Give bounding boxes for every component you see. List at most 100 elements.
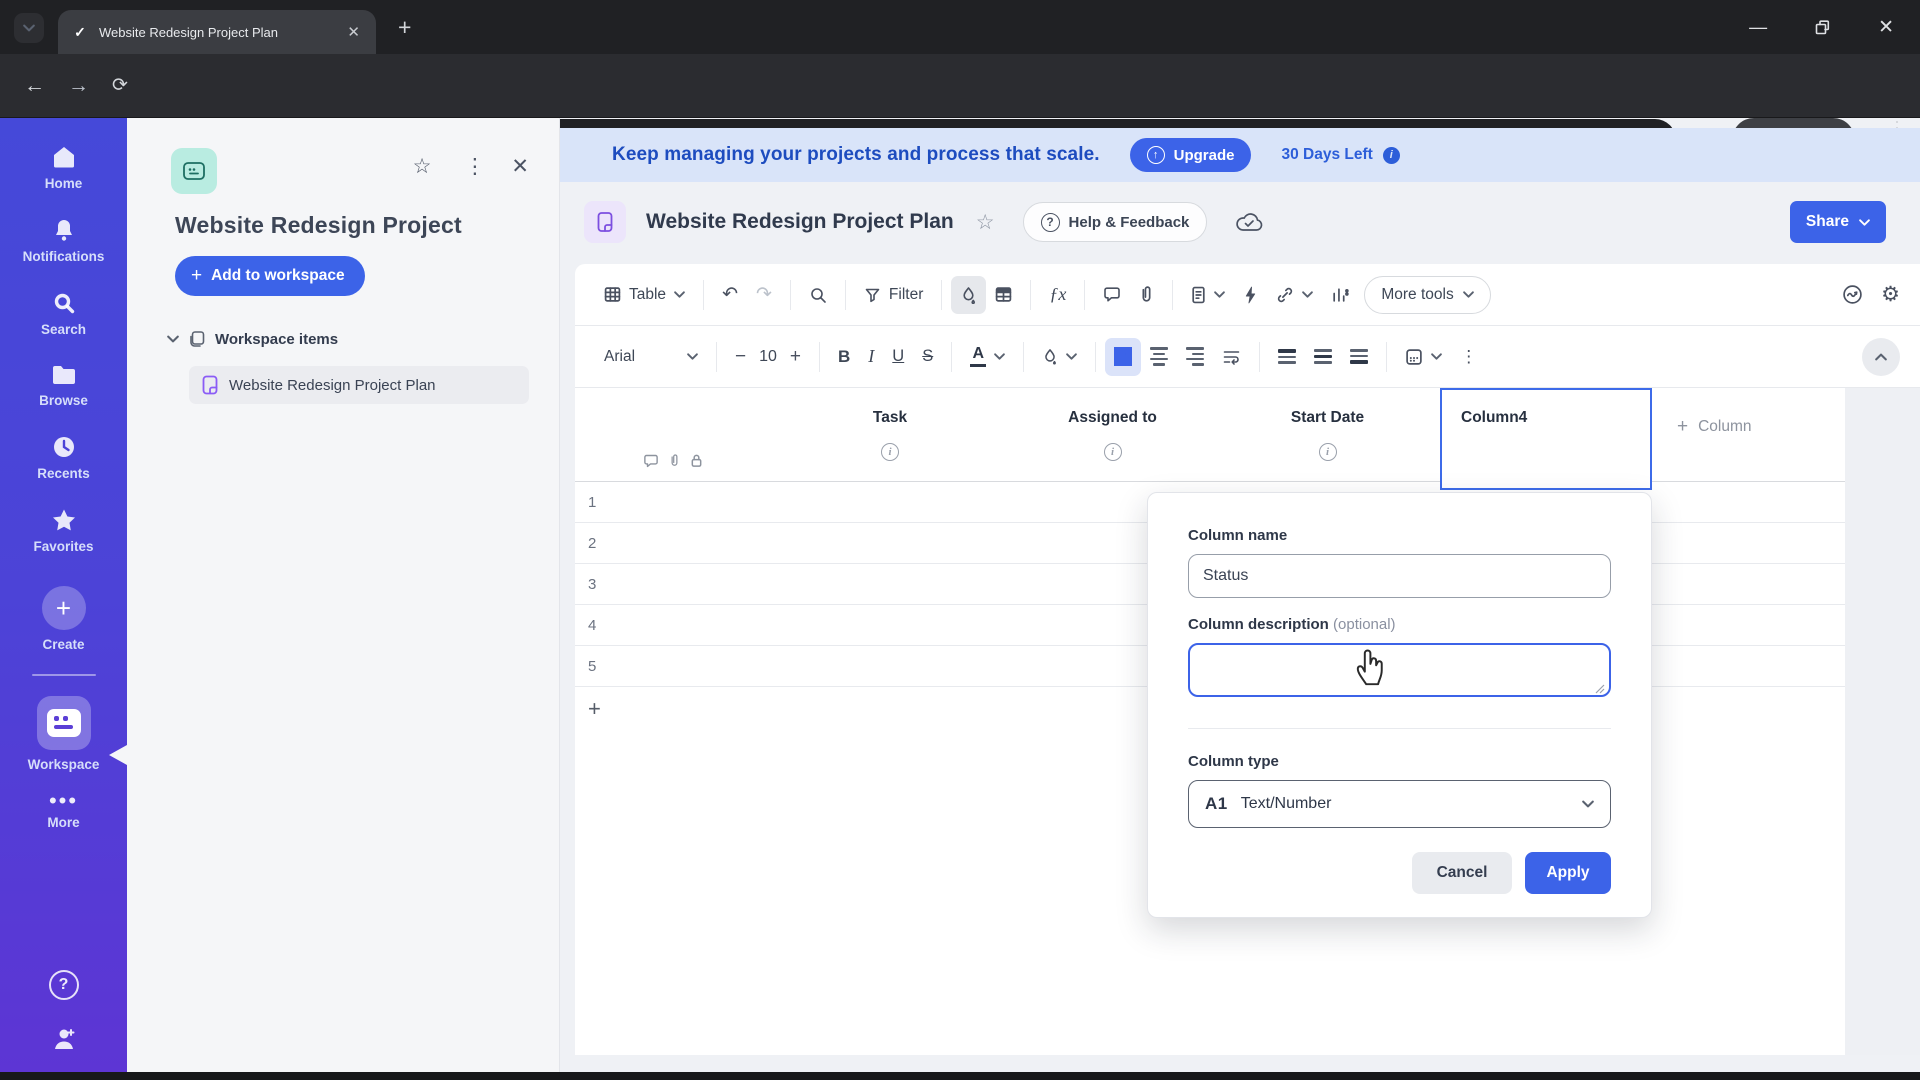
bold-button[interactable]: B [829, 338, 859, 376]
help-icon[interactable]: ? [48, 970, 79, 1000]
format-paint-icon[interactable] [951, 275, 987, 314]
cell-format-icon[interactable] [986, 276, 1021, 314]
more-tools-button[interactable]: More tools [1364, 275, 1491, 314]
valign-middle-button[interactable] [1305, 338, 1341, 376]
chevron-down-icon [1859, 218, 1870, 226]
italic-button[interactable]: I [859, 338, 883, 376]
lock-column-icon[interactable] [690, 453, 703, 468]
back-icon[interactable]: ← [24, 74, 45, 98]
sidebar-item-browse[interactable]: Browse [0, 364, 127, 408]
sidebar-item-recents[interactable]: Recents [0, 435, 127, 481]
align-center-button[interactable] [1141, 338, 1177, 376]
profile-icon[interactable] [51, 1026, 77, 1052]
resize-grip-icon[interactable] [1595, 684, 1605, 694]
sidebar-item-workspace[interactable]: Workspace [0, 696, 127, 772]
underline-button[interactable]: U [883, 338, 913, 376]
font-family-selector[interactable]: Arial [595, 338, 707, 376]
workspace-item-sheet[interactable]: Website Redesign Project Plan [189, 366, 529, 404]
upgrade-button[interactable]: ↑ Upgrade [1129, 138, 1252, 172]
tab-search-button[interactable] [14, 13, 44, 43]
favorite-star-icon[interactable]: ☆ [413, 156, 432, 178]
wrap-text-button[interactable] [1213, 338, 1250, 376]
add-to-workspace-button[interactable]: + Add to workspace [175, 256, 365, 296]
fill-color-button[interactable] [1033, 338, 1086, 376]
forward-icon[interactable]: → [68, 74, 89, 98]
restore-icon [1815, 20, 1830, 35]
column-name-input[interactable] [1188, 554, 1611, 598]
strikethrough-button[interactable]: S [913, 338, 942, 376]
comment-column-icon[interactable] [643, 454, 659, 468]
formula-button[interactable]: ƒx [1040, 276, 1075, 314]
align-left-button[interactable] [1105, 337, 1142, 376]
reload-icon[interactable]: ⟳ [112, 74, 128, 98]
sidebar-item-search[interactable]: Search [0, 291, 127, 337]
integrations-button[interactable] [1267, 276, 1322, 314]
comment-icon[interactable] [1094, 276, 1130, 314]
column-header-start-date[interactable]: Start Date i [1215, 388, 1440, 482]
column-header-column4-selected[interactable]: Column4 [1440, 388, 1652, 490]
panel-menu-icon[interactable]: ⋮ [464, 156, 485, 178]
filter-button[interactable]: Filter [855, 276, 932, 314]
sidebar-item-home[interactable]: Home [0, 145, 127, 191]
search-sheet-icon[interactable] [800, 276, 836, 314]
info-icon[interactable]: i [1382, 146, 1400, 164]
column-description-textarea[interactable] [1188, 643, 1611, 697]
sidebar-bottom: ? [0, 970, 127, 1052]
number-format-button[interactable] [1396, 338, 1451, 376]
browser-tab[interactable]: ✓ Website Redesign Project Plan ✕ [58, 10, 376, 54]
column-type-select[interactable]: A1 Text/Number [1188, 780, 1611, 828]
cancel-button[interactable]: Cancel [1412, 852, 1512, 894]
saved-cloud-icon [1235, 211, 1263, 233]
attachment-icon[interactable] [1130, 276, 1163, 314]
sidebar-item-create[interactable]: + Create [0, 586, 127, 652]
stack-icon [190, 331, 205, 347]
gear-icon[interactable]: ⚙ [1881, 282, 1900, 307]
share-button[interactable]: Share [1789, 201, 1886, 243]
help-feedback-button[interactable]: ? Help & Feedback [1022, 202, 1208, 242]
favorite-sheet-star-icon[interactable]: ☆ [976, 210, 995, 235]
column-info-icon[interactable]: i [1103, 443, 1122, 461]
text-color-button[interactable]: A [961, 338, 1014, 376]
document-tools-button[interactable] [1182, 276, 1234, 314]
chart-icon[interactable] [1322, 276, 1358, 314]
font-size-value[interactable]: 10 [755, 348, 781, 366]
font-size-increase-icon[interactable]: + [781, 338, 810, 376]
sidebar-item-more[interactable]: ••• More [0, 790, 127, 831]
apply-button[interactable]: Apply [1525, 852, 1611, 894]
minimize-button[interactable]: — [1749, 17, 1767, 38]
sidebar-item-notifications[interactable]: Notifications [0, 218, 127, 264]
row-tool-columns [643, 453, 703, 468]
automation-icon[interactable] [1234, 276, 1267, 314]
cell-options-icon [1406, 348, 1422, 365]
valign-bottom-icon [1350, 349, 1369, 364]
valign-bottom-button[interactable] [1341, 338, 1377, 376]
column-info-icon[interactable]: i [881, 443, 899, 461]
attachment-column-icon[interactable] [669, 453, 680, 468]
redo-icon[interactable]: ↷ [747, 276, 781, 314]
folder-icon [51, 364, 77, 386]
column-info-icon[interactable]: i [1318, 443, 1337, 461]
activity-icon[interactable] [1842, 284, 1863, 305]
column-header-assigned-to[interactable]: Assigned to i [1010, 388, 1215, 482]
format-overflow-icon[interactable]: ⋮ [1451, 338, 1477, 376]
add-column-button[interactable]: + Column [1677, 416, 1752, 438]
workspace-panel: ☆ ⋮ ✕ Website Redesign Project + Add to … [127, 118, 560, 1072]
valign-middle-icon [1314, 349, 1333, 364]
undo-icon[interactable]: ↶ [713, 276, 747, 314]
font-size-decrease-icon[interactable]: − [726, 338, 755, 376]
collapse-toolbar-button[interactable] [1862, 337, 1900, 376]
align-right-button[interactable] [1177, 338, 1213, 376]
tab-close-icon[interactable]: ✕ [343, 21, 364, 43]
grid-right-gutter [1845, 388, 1920, 1055]
column-header-task[interactable]: Task i [770, 388, 1010, 482]
close-window-button[interactable]: ✕ [1878, 16, 1894, 39]
workspace-tile-icon [171, 148, 217, 194]
new-tab-button[interactable]: + [398, 14, 411, 40]
restore-button[interactable] [1815, 20, 1830, 35]
add-row-button[interactable]: + [588, 696, 601, 722]
view-selector[interactable]: Table [595, 276, 694, 314]
sidebar-item-favorites[interactable]: Favorites [0, 508, 127, 554]
workspace-items-header[interactable]: Workspace items [167, 330, 338, 348]
valign-top-button[interactable] [1269, 338, 1305, 376]
panel-close-icon[interactable]: ✕ [511, 156, 529, 178]
